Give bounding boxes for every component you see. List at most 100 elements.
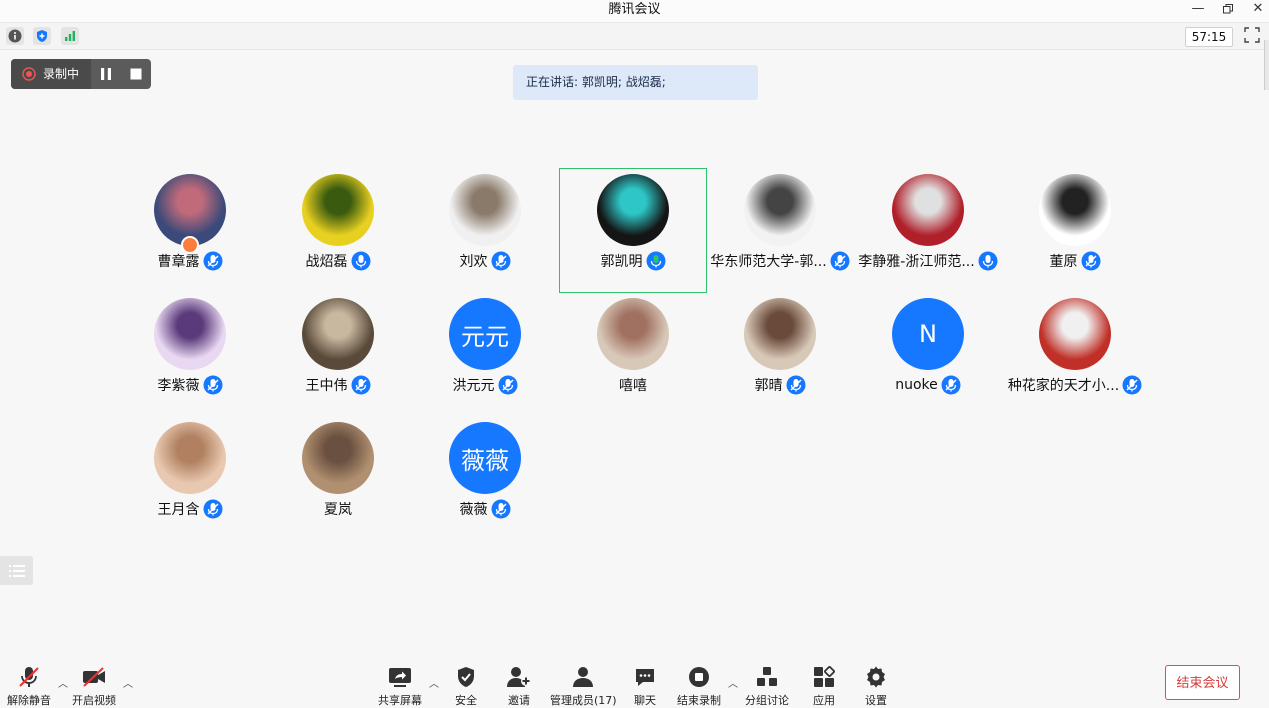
video-off-icon [83, 667, 105, 687]
title-bar: 腾讯会议 — ✕ [0, 0, 1269, 23]
participant-tile[interactable]: 董原 [1001, 168, 1149, 293]
audio-options-caret[interactable]: ︿ [58, 675, 68, 690]
mic-muted-icon [498, 375, 517, 395]
participant-name: nuoke [895, 377, 938, 393]
security-label: 安全 [455, 694, 477, 707]
participant-name-line: 薇薇 [407, 498, 563, 520]
breakout-rooms-icon [757, 667, 777, 686]
stop-icon[interactable] [129, 67, 143, 81]
mic-muted-icon [491, 251, 510, 271]
avatar: 薇薇 [449, 422, 521, 494]
participant-list-icon[interactable] [0, 556, 33, 585]
participant-name: 洪元元 [452, 378, 495, 394]
recording-options-caret[interactable]: ︿ [728, 675, 738, 690]
participant-name: 王月含 [157, 502, 200, 518]
chat-label: 聊天 [634, 694, 656, 707]
participant-name-line: 董原 [997, 250, 1153, 272]
participant-name-line: 嘻嘻 [555, 374, 711, 396]
participant-tile[interactable]: 郭晴 [706, 292, 854, 417]
manage-members-label: 管理成员(17) [550, 694, 617, 707]
gear-icon [867, 666, 885, 688]
share-options-caret[interactable]: ︿ [429, 675, 439, 690]
participant-name-line: 王月含 [112, 498, 268, 520]
participant-tile[interactable]: Nnuoke [854, 292, 1002, 417]
mic-muted-icon [203, 251, 222, 271]
mic-muted-icon [1081, 251, 1100, 271]
apps-label: 应用 [813, 694, 835, 707]
participant-name-line: 华东师范大学-郭... [702, 250, 858, 272]
participant-name: 郭晴 [754, 378, 783, 394]
mic-muted-icon [203, 499, 222, 519]
participant-tile[interactable]: 刘欢 [411, 168, 559, 293]
participant-tile[interactable]: 王中伟 [264, 292, 412, 417]
signal-icon[interactable] [61, 27, 79, 45]
invite-user-icon [507, 667, 531, 687]
participant-tile[interactable]: 战炤磊 [264, 168, 412, 293]
mic-muted-icon [786, 375, 805, 395]
avatar: 元元 [449, 298, 521, 370]
unmute-button[interactable]: 解除静音 [7, 665, 51, 708]
participant-tile[interactable]: 薇薇 薇薇 [411, 416, 559, 541]
participant-tile[interactable]: 王月含 [116, 416, 264, 541]
stop-recording-icon [689, 667, 709, 687]
participant-name: 郭凯明 [600, 254, 643, 270]
mic-muted-icon [491, 499, 510, 519]
mic-active-icon [646, 251, 665, 271]
participant-tile[interactable]: 李静雅-浙江师范... [854, 168, 1002, 293]
shield-icon[interactable] [33, 27, 51, 45]
end-recording-button[interactable]: 结束录制 [677, 665, 721, 708]
participant-name: 华东师范大学-郭... [710, 254, 827, 270]
participant-name: 种花家的天才小... [1007, 378, 1120, 394]
participant-tile[interactable]: 李紫薇 [116, 292, 264, 417]
mic-muted-icon [941, 375, 961, 395]
security-shield-icon [458, 667, 474, 687]
settings-button[interactable]: 设置 [864, 665, 888, 708]
apps-button[interactable]: 应用 [812, 665, 836, 708]
mic-muted-icon [203, 375, 222, 395]
manage-members-button[interactable]: 管理成员(17) [550, 665, 617, 708]
share-screen-button[interactable]: 共享屏幕 [378, 665, 422, 708]
start-video-button[interactable]: 开启视频 [72, 665, 116, 708]
participant-name-line: 战炤磊 [260, 250, 416, 272]
members-icon [573, 667, 594, 687]
mic-muted-icon [830, 251, 850, 271]
participant-name-line: nuoke [850, 374, 1006, 396]
window-title: 腾讯会议 [608, 2, 661, 17]
participant-name: 王中伟 [305, 378, 348, 394]
restore-icon[interactable] [1214, 0, 1242, 20]
participant-tile[interactable]: 郭凯明 [559, 168, 707, 293]
participant-tile[interactable]: 元元 洪元元 [411, 292, 559, 417]
fullscreen-icon[interactable] [1244, 27, 1262, 45]
participant-name: 李静雅-浙江师范... [858, 254, 975, 270]
participant-tile[interactable]: 种花家的天才小... [1001, 292, 1149, 417]
close-icon[interactable]: ✕ [1244, 0, 1269, 20]
info-icon[interactable] [6, 27, 24, 45]
participant-tile[interactable]: 曹章露 [116, 168, 264, 293]
avatar [744, 174, 816, 246]
unmute-label: 解除静音 [7, 694, 51, 707]
breakout-label: 分组讨论 [745, 694, 789, 707]
chat-button[interactable]: 聊天 [633, 665, 657, 708]
avatar [302, 422, 374, 494]
video-options-caret[interactable]: ︿ [123, 675, 133, 690]
security-button[interactable]: 安全 [454, 665, 478, 708]
side-panel-handle[interactable] [1264, 40, 1269, 90]
breakout-button[interactable]: 分组讨论 [745, 665, 789, 708]
pause-icon[interactable] [99, 67, 113, 81]
minimize-icon[interactable]: — [1184, 0, 1212, 20]
participant-tile[interactable]: 华东师范大学-郭... [706, 168, 854, 293]
share-screen-icon [389, 668, 411, 687]
speaking-indicator: 正在讲话: 郭凯明; 战炤磊; [513, 65, 758, 100]
mic-muted-icon [1122, 375, 1142, 395]
end-meeting-button[interactable]: 结束会议 [1165, 665, 1240, 700]
participant-name-line: 郭晴 [702, 374, 858, 396]
recording-bar: 录制中 [11, 59, 151, 89]
recording-label: 录制中 [43, 67, 80, 81]
avatar [154, 422, 226, 494]
chat-icon [636, 669, 654, 686]
invite-button[interactable]: 邀请 [506, 665, 532, 708]
participant-name-line: 郭凯明 [556, 250, 710, 272]
participant-tile[interactable]: 夏岚 [264, 416, 412, 541]
participant-name: 董原 [1049, 254, 1078, 270]
participant-tile[interactable]: 嘻嘻 [559, 292, 707, 417]
